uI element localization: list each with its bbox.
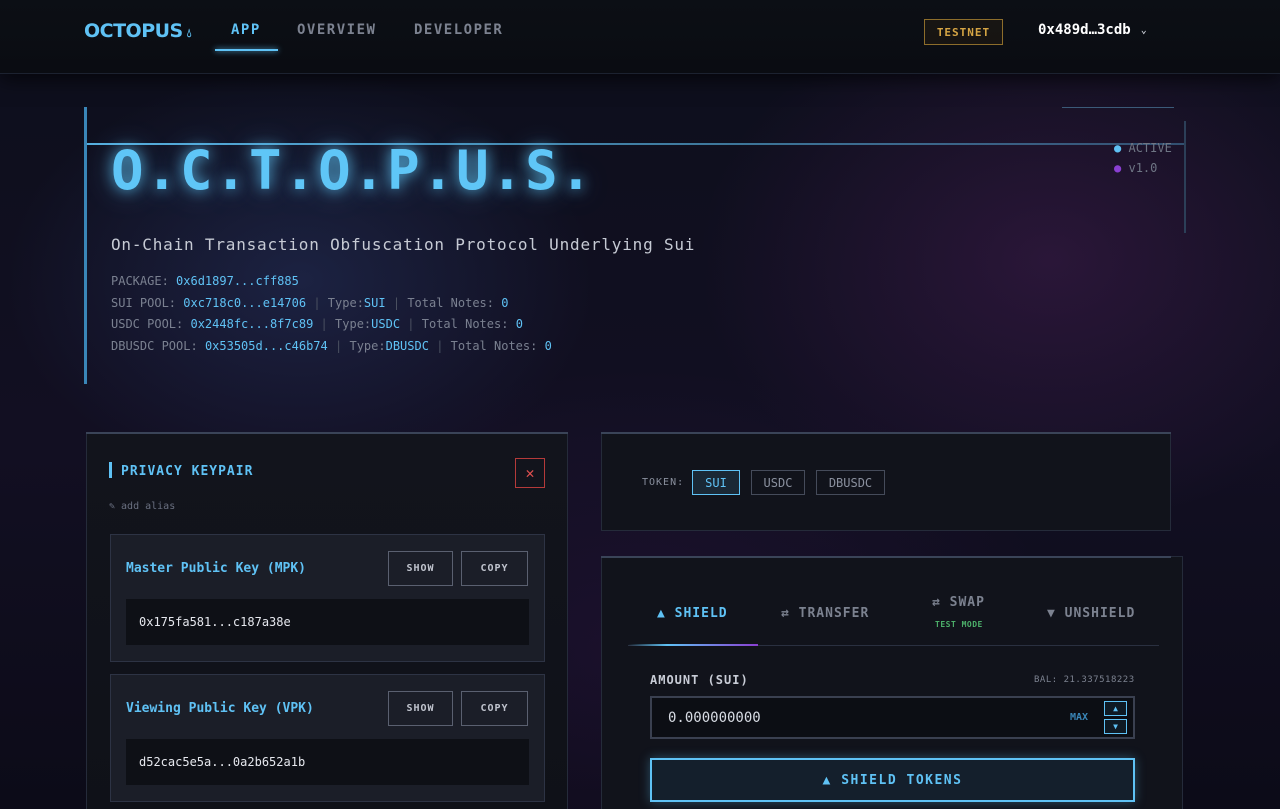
nav-tab-developer[interactable]: DEVELOPER: [414, 22, 503, 38]
pool-notes: 0: [501, 295, 509, 310]
pool-type: SUI: [363, 295, 386, 310]
key-label: Viewing Public Key (VPK): [126, 701, 314, 716]
notes-label: Total Notes:: [421, 317, 509, 331]
pool-row-usdc: USDC POOL: 0x2448fc...8f7c89 | Type:USDC…: [111, 314, 552, 336]
key-value[interactable]: d52cac5e5a...0a2b652a1b: [126, 739, 529, 785]
panel-title: PRIVACY KEYPAIR: [121, 464, 254, 479]
pool-notes: 0: [515, 317, 523, 331]
token-option-sui[interactable]: SUI: [692, 470, 740, 495]
pool-type: DBUSDC: [385, 338, 429, 353]
network-badge[interactable]: TESTNET: [924, 19, 1003, 45]
type-label: Type:: [335, 317, 372, 331]
version-text: v1.0: [1128, 161, 1158, 175]
pool-row-dbusdc: DBUSDC POOL: 0x53505d...c46b74 | Type:DB…: [111, 336, 552, 358]
tab-shield[interactable]: ▲ SHIELD: [657, 606, 728, 621]
amount-input[interactable]: 0.000000000 MAX ▲ ▼: [650, 696, 1135, 739]
decrement-icon[interactable]: ▼: [1104, 719, 1127, 734]
pool-row-sui: SUI POOL: 0xc718c0...e14706 | Type:SUI |…: [111, 293, 552, 315]
amount-value[interactable]: 0.000000000: [668, 710, 761, 726]
token-option-usdc[interactable]: USDC: [751, 470, 805, 495]
max-button[interactable]: MAX: [1070, 712, 1088, 723]
hero-right-border: [1184, 121, 1186, 233]
hero-subtitle: On-Chain Transaction Obfuscation Protoco…: [111, 235, 696, 254]
package-row: PACKAGE: 0x6d1897...cff885: [111, 271, 552, 293]
show-button[interactable]: SHOW: [388, 551, 453, 586]
protocol-status: ● ACTIVE ● v1.0: [1114, 138, 1172, 178]
type-label: Type:: [349, 338, 386, 353]
nav-tab-app[interactable]: APP: [231, 22, 261, 38]
version-dot-icon: ●: [1114, 161, 1122, 175]
status-text: ACTIVE: [1128, 141, 1172, 155]
separator: |: [320, 317, 328, 331]
separator: |: [407, 317, 415, 331]
add-alias-link[interactable]: ✎ add alias: [109, 501, 175, 512]
hero-title: O.C.T.O.P.U.S.: [111, 139, 595, 202]
type-label: Type:: [327, 295, 364, 310]
wallet-menu[interactable]: 0x489d…3cdb ⌄: [1038, 22, 1147, 38]
copy-button[interactable]: COPY: [461, 551, 528, 586]
notes-label: Total Notes:: [450, 338, 538, 353]
pool-address[interactable]: 0x2448fc...8f7c89: [190, 317, 313, 331]
pool-notes: 0: [544, 338, 552, 353]
logo[interactable]: OCTOPUS 💧︎: [84, 20, 192, 42]
pool-label: DBUSDC POOL:: [111, 338, 198, 353]
active-tab-indicator: [628, 644, 758, 646]
nav-active-indicator: [215, 49, 278, 51]
show-button[interactable]: SHOW: [388, 691, 453, 726]
wallet-address: 0x489d…3cdb: [1038, 22, 1131, 38]
pool-address[interactable]: 0xc718c0...e14706: [183, 296, 306, 310]
separator: |: [313, 295, 321, 310]
notes-label: Total Notes:: [407, 295, 495, 310]
droplet-icon: 💧︎: [186, 25, 192, 40]
action-panel: ▲ SHIELD ⇄ TRANSFER ⇄ SWAP TEST MODE ▼ U…: [601, 556, 1183, 809]
token-label: TOKEN:: [642, 477, 685, 488]
separator: |: [335, 338, 343, 353]
privacy-keypair-panel: PRIVACY KEYPAIR ✕ ✎ add alias Master Pub…: [86, 432, 568, 809]
top-nav: OCTOPUS 💧︎ APP OVERVIEW DEVELOPER TESTNE…: [0, 0, 1280, 74]
logo-text: OCTOPUS: [84, 20, 183, 42]
package-address[interactable]: 0x6d1897...cff885: [176, 274, 299, 288]
key-label: Master Public Key (MPK): [126, 561, 307, 576]
pool-label: SUI POOL:: [111, 295, 177, 310]
contract-info: PACKAGE: 0x6d1897...cff885 SUI POOL: 0xc…: [111, 271, 552, 357]
pool-label: USDC POOL:: [111, 317, 184, 331]
increment-icon[interactable]: ▲: [1104, 701, 1127, 716]
status-dot-icon: ●: [1114, 141, 1122, 155]
hero-corner-line: [1062, 107, 1174, 108]
section-marker: [109, 462, 112, 478]
close-button[interactable]: ✕: [515, 458, 545, 488]
token-option-dbusdc[interactable]: DBUSDC: [816, 470, 885, 495]
hero-section: O.C.T.O.P.U.S. On-Chain Transaction Obfu…: [84, 107, 1186, 384]
tab-transfer[interactable]: ⇄ TRANSFER: [781, 606, 869, 621]
pool-address[interactable]: 0x53505d...c46b74: [205, 339, 328, 353]
pool-type: USDC: [371, 317, 401, 331]
amount-label: AMOUNT (SUI): [650, 673, 749, 687]
balance-text: BAL: 21.337518223: [1034, 675, 1135, 685]
tab-unshield[interactable]: ▼ UNSHIELD: [1047, 606, 1135, 621]
tab-swap[interactable]: ⇄ SWAP: [932, 595, 985, 610]
key-value[interactable]: 0x175fa581...c187a38e: [126, 599, 529, 645]
chevron-down-icon: ⌄: [1140, 24, 1147, 36]
package-label: PACKAGE:: [111, 274, 169, 288]
copy-button[interactable]: COPY: [461, 691, 528, 726]
test-mode-badge: TEST MODE: [935, 620, 983, 629]
nav-tab-overview[interactable]: OVERVIEW: [297, 22, 376, 38]
separator: |: [436, 338, 444, 353]
shield-tokens-button[interactable]: ▲ SHIELD TOKENS: [650, 758, 1135, 802]
token-selector-panel: TOKEN: SUI USDC DBUSDC: [601, 432, 1171, 531]
vpk-card: Viewing Public Key (VPK) SHOW COPY d52ca…: [110, 674, 545, 802]
mpk-card: Master Public Key (MPK) SHOW COPY 0x175f…: [110, 534, 545, 662]
separator: |: [392, 295, 401, 310]
